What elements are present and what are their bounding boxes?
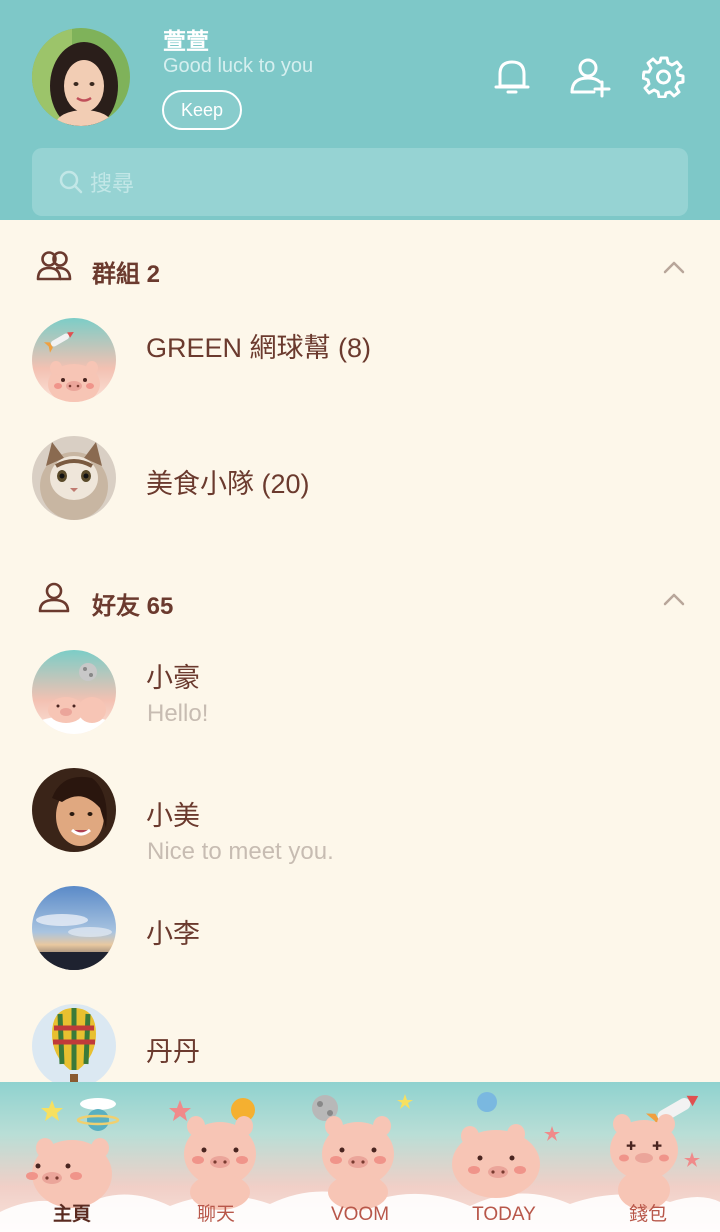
friends-section-title: 好友 65: [92, 593, 174, 620]
avatar: [32, 886, 116, 970]
chevron-up-icon[interactable]: [662, 256, 686, 278]
friend-name: 小李: [146, 919, 200, 949]
profile-status-message[interactable]: Good luck to you: [163, 55, 313, 78]
group-name: 美食小隊 (20): [146, 469, 310, 499]
friend-name: 小美: [146, 801, 200, 831]
tab-home[interactable]: 主頁: [0, 1082, 144, 1232]
group-name: GREEN 網球幫 (8): [146, 333, 372, 363]
list-item[interactable]: 小李: [0, 886, 720, 986]
tab-voom[interactable]: VOOM: [288, 1082, 432, 1232]
tab-wallet-label: 錢包: [628, 1204, 667, 1225]
friend-name: 小豪: [146, 663, 200, 693]
tab-voom-label: VOOM: [330, 1204, 390, 1225]
avatar: [32, 436, 116, 520]
tab-home-label: 主頁: [52, 1204, 91, 1225]
friend-status-message: Nice to meet you.: [147, 838, 334, 865]
avatar: [32, 768, 116, 852]
tab-chat[interactable]: 聊天: [144, 1082, 288, 1232]
search-icon: [59, 170, 83, 194]
search-input[interactable]: 搜尋: [32, 148, 688, 216]
friends-section-header[interactable]: 好友 65: [0, 574, 720, 624]
friend-icon: [38, 582, 70, 613]
tab-today[interactable]: TODAY: [432, 1082, 576, 1232]
bottom-tab-bar: ✚ ✚ 主頁 聊天 VOOM TODAY 錢包: [0, 1082, 720, 1232]
avatar: [32, 1004, 116, 1088]
keep-button[interactable]: Keep: [162, 90, 242, 130]
groups-section-title: 群組 2: [92, 261, 161, 288]
bell-icon[interactable]: [490, 54, 534, 98]
settings-icon[interactable]: [642, 54, 686, 98]
avatar: [32, 318, 116, 402]
list-item[interactable]: 小豪 Hello!: [0, 650, 720, 750]
search-placeholder: 搜尋: [90, 171, 135, 196]
friend-name: 丹丹: [146, 1037, 200, 1067]
groups-section-header[interactable]: 群組 2: [0, 242, 720, 292]
list-item[interactable]: 美食小隊 (20): [0, 436, 720, 536]
friend-status-message: Hello!: [147, 700, 209, 727]
tab-chat-label: 聊天: [196, 1204, 235, 1225]
profile-header: 萱萱 Good luck to you Keep 搜尋: [0, 0, 720, 220]
tab-wallet[interactable]: 錢包: [576, 1082, 720, 1232]
profile-name[interactable]: 萱萱: [163, 22, 209, 56]
profile-avatar[interactable]: [32, 28, 130, 126]
list-item[interactable]: GREEN 網球幫 (8): [0, 318, 720, 418]
list-item[interactable]: 小美 Nice to meet you.: [0, 768, 720, 868]
chevron-up-icon[interactable]: [662, 588, 686, 610]
avatar: [32, 650, 116, 734]
add-friend-icon[interactable]: [568, 54, 612, 98]
group-icon: [36, 251, 72, 281]
tab-today-label: TODAY: [472, 1204, 536, 1225]
